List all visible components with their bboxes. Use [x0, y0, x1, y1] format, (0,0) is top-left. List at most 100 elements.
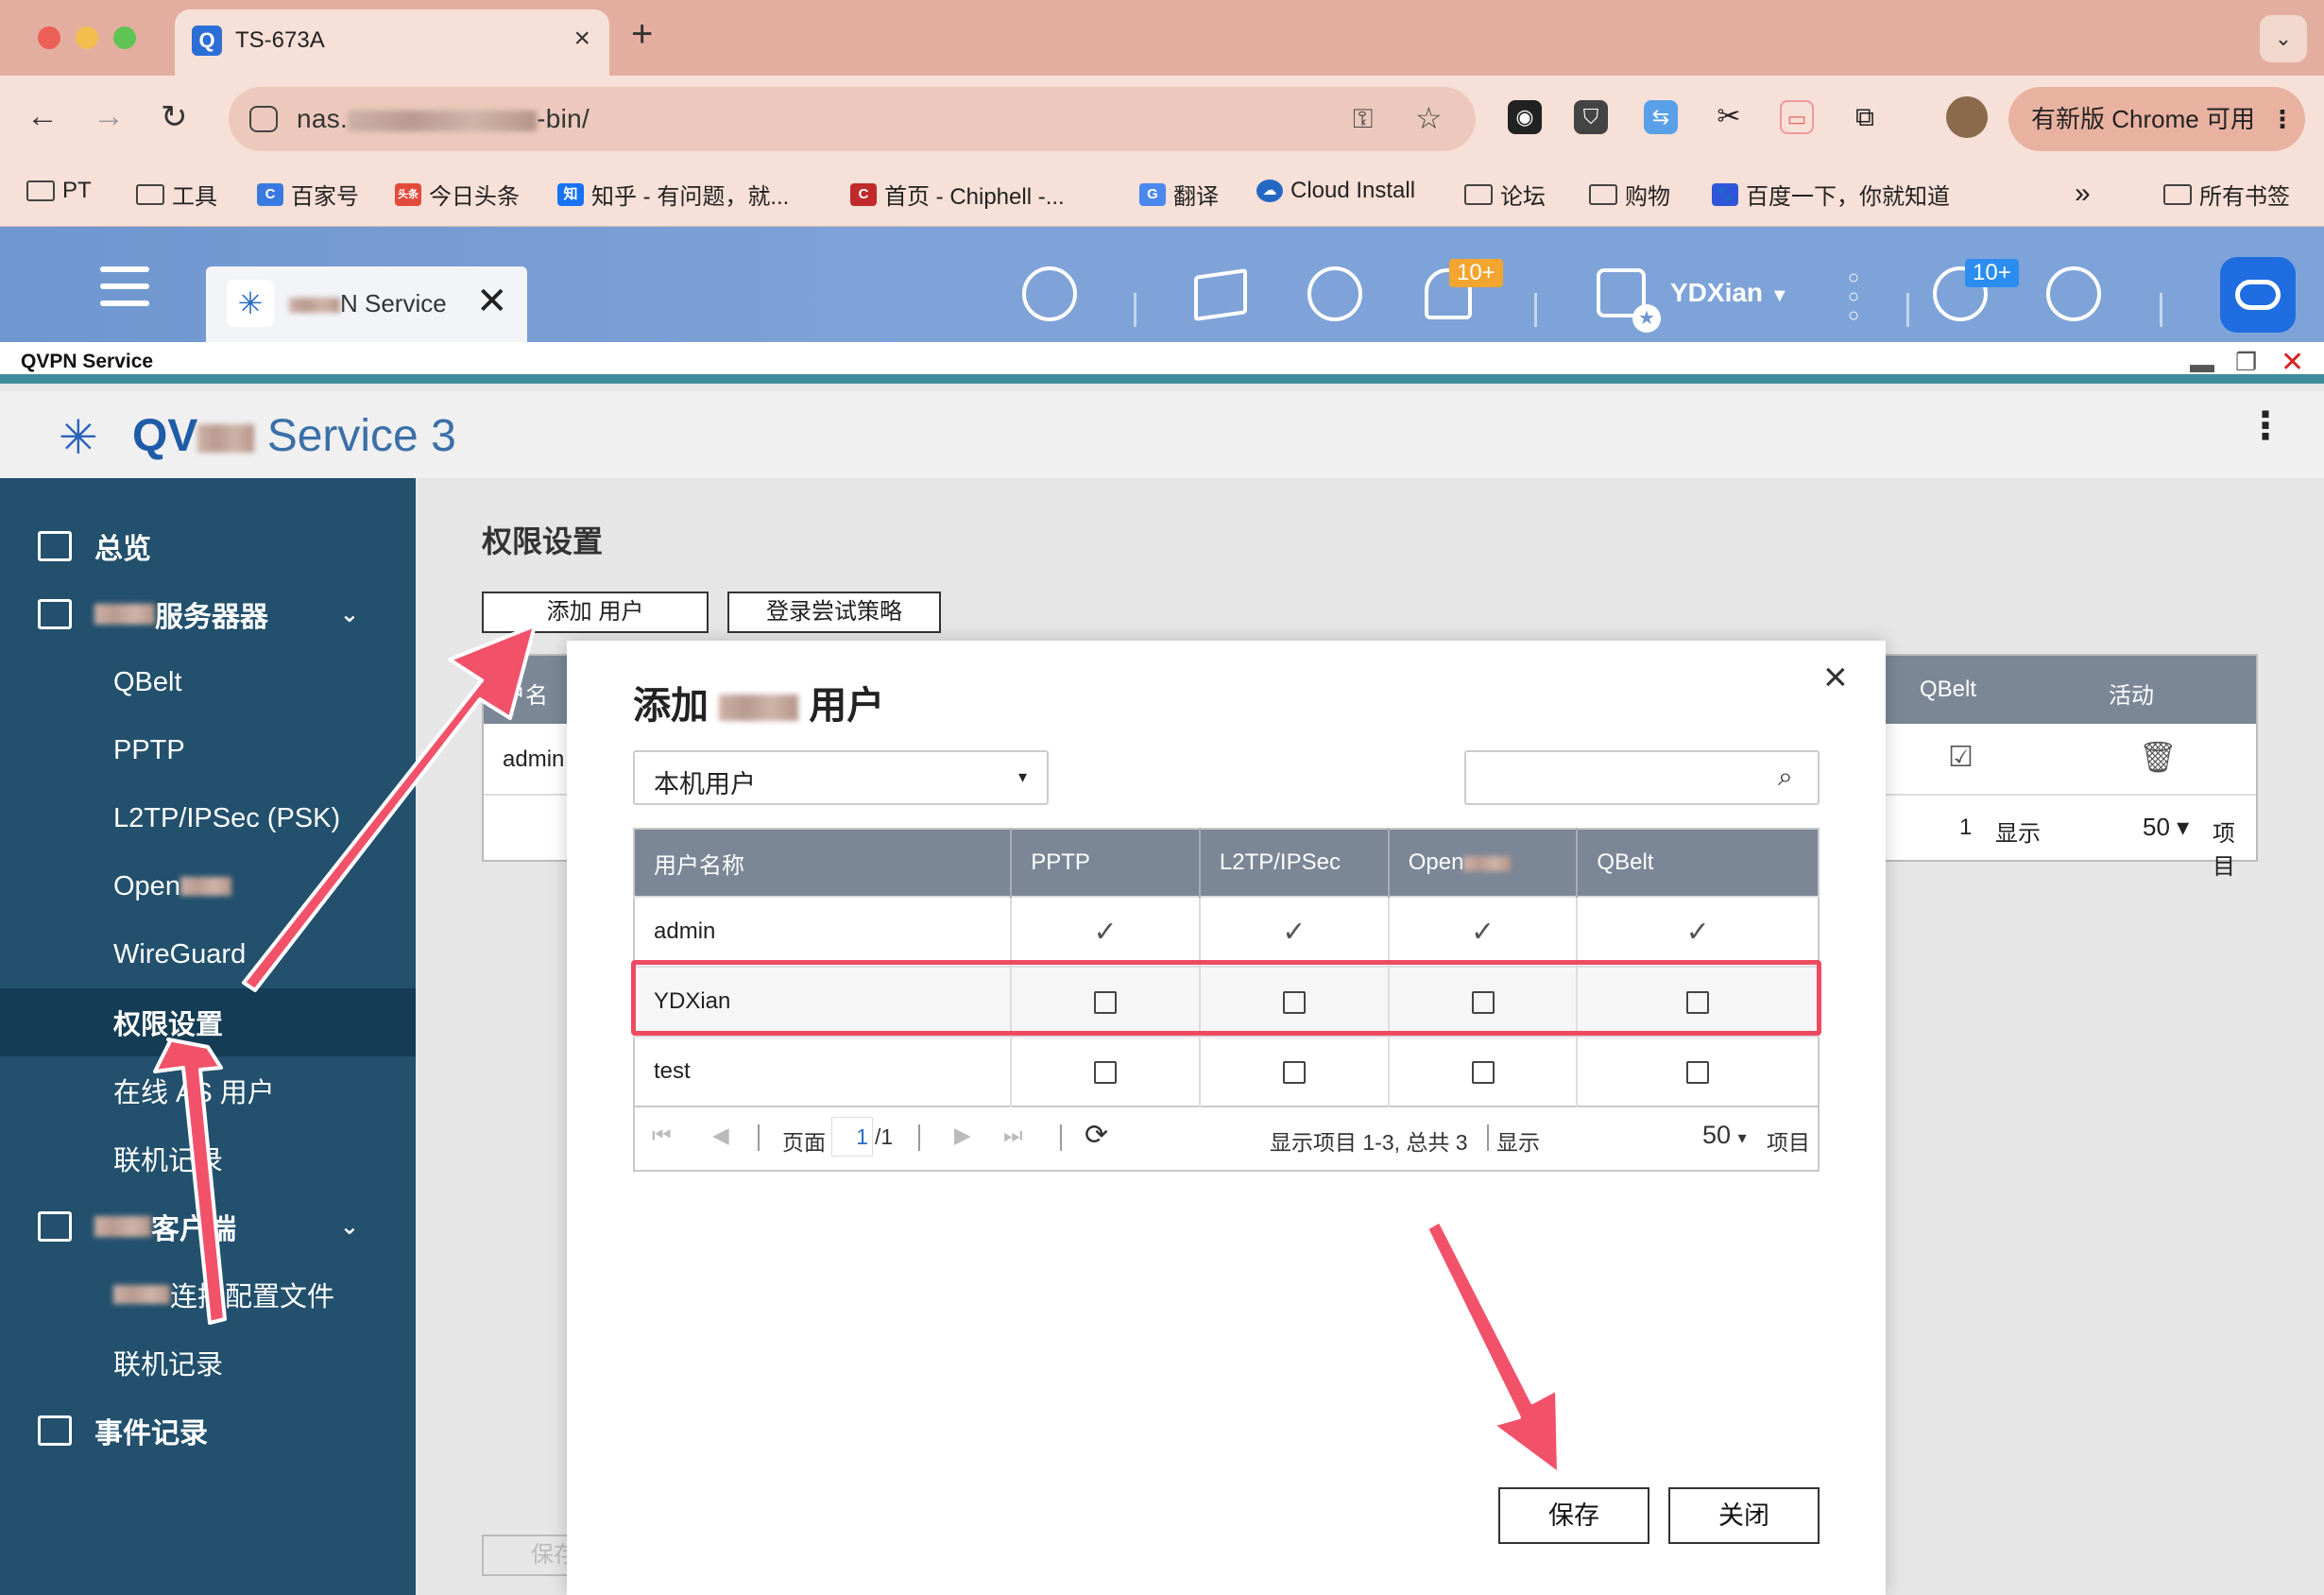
per-page-select[interactable]: 50 ▾	[1702, 1121, 1747, 1150]
next-page-icon[interactable]: ▶	[954, 1123, 971, 1148]
shield-extension-icon[interactable]: ⛉	[1574, 100, 1608, 134]
sidebar-item-online-users[interactable]: 在线 AS 用户	[0, 1056, 416, 1124]
bookmark-star-icon[interactable]: ☆	[1415, 100, 1443, 136]
scissors-extension-icon[interactable]: ✂	[1712, 100, 1746, 134]
background-tasks-icon[interactable]	[1194, 268, 1247, 321]
minimize-window-button[interactable]	[76, 26, 98, 49]
check-icon[interactable]: ✓	[1011, 896, 1201, 967]
sidebar-item-wireguard[interactable]: WireGuard	[0, 920, 416, 988]
sync-icon[interactable]	[1307, 266, 1362, 321]
bookmark-item[interactable]: C 百家号	[257, 178, 359, 211]
page-input[interactable]: 1	[831, 1117, 873, 1157]
browser-tab[interactable]: Q TS-673A ×	[175, 9, 609, 76]
bookmark-item[interactable]: 论坛	[1464, 178, 1546, 211]
sidebar-item-l2tp[interactable]: L2TP/IPSec (PSK)	[0, 784, 416, 852]
bookmark-item[interactable]: 头条 今日头条	[395, 178, 520, 211]
bookmark-item[interactable]: G 翻译	[1139, 178, 1219, 211]
chrome-update-button[interactable]: 有新版 Chrome 可用 ⋮	[2008, 87, 2305, 151]
sidebar-item-server-logs[interactable]: 联机记录	[0, 1124, 416, 1192]
close-icon[interactable]: ✕	[476, 280, 508, 323]
search-icon[interactable]	[1022, 266, 1077, 321]
chevron-down-icon[interactable]: ⌄	[2260, 15, 2307, 62]
extension-icon[interactable]: ◉	[1508, 100, 1542, 134]
translate-extension-icon[interactable]: ⇆	[1644, 100, 1678, 134]
tv-extension-icon[interactable]: ▭	[1780, 100, 1814, 134]
column-header[interactable]: 用户名称	[634, 829, 1013, 897]
close-icon[interactable]: ×	[1823, 654, 1848, 701]
column-header[interactable]: QBelt	[1577, 829, 1819, 897]
close-icon[interactable]: ✕	[2281, 346, 2304, 379]
network-icon	[38, 1211, 72, 1242]
sidebar-item-permissions[interactable]: 权限设置	[0, 988, 416, 1056]
user-type-select[interactable]: 本机用户 ▾	[633, 750, 1049, 805]
pptp-checkbox[interactable]	[1011, 1036, 1201, 1106]
minimize-icon[interactable]: ▬	[2190, 350, 2214, 379]
bookmark-item[interactable]: C 首页 - Chiphell -...	[850, 178, 1065, 211]
zoom-window-button[interactable]	[113, 26, 136, 49]
app-more-icon[interactable]: ⋮	[2247, 404, 2284, 448]
bookmark-item[interactable]: 购物	[1589, 178, 1670, 211]
window-title: QVPN Service	[21, 351, 154, 372]
sidebar-item-overview[interactable]: 总览	[0, 512, 416, 580]
qbelt-checkbox[interactable]	[1577, 1036, 1819, 1106]
new-tab-button[interactable]: +	[631, 13, 653, 56]
tab-title: TS-673A	[235, 27, 325, 53]
check-icon[interactable]: ✓	[1577, 896, 1819, 967]
refresh-icon[interactable]: ⟳	[1085, 1119, 1108, 1152]
maximize-icon[interactable]: ❐	[2235, 348, 2257, 377]
login-policy-button[interactable]: 登录尝试策略	[727, 592, 941, 633]
site-info-icon[interactable]	[249, 106, 278, 132]
sidebar-item-event-log[interactable]: 事件记录	[0, 1397, 416, 1465]
url-text[interactable]: nas. -bin/	[297, 104, 590, 134]
sidebar-group-vpn-client[interactable]: 客户端 ⌄	[0, 1192, 416, 1261]
myqnapcloud-icon[interactable]	[2220, 257, 2296, 333]
sidebar-group-vpn-server[interactable]: 服务器器 ⌄	[0, 580, 416, 648]
prev-page-icon[interactable]: ◀	[712, 1123, 729, 1148]
more-bookmarks-button[interactable]: »	[2075, 178, 2091, 210]
sidebar-item-client-logs[interactable]: 联机记录	[0, 1329, 416, 1397]
add-vpn-user-button[interactable]: 添加 用户	[482, 592, 709, 633]
last-page-icon[interactable]: ⏭	[1003, 1123, 1023, 1148]
forward-icon[interactable]: →	[93, 98, 125, 135]
bookmark-item[interactable]: 🐾 百度一下，你就知道	[1712, 178, 1950, 211]
puzzle-extension-icon[interactable]: ⧉	[1848, 100, 1882, 134]
sidebar: 总览 服务器器 ⌄ QBelt PPTP L2TP/IPSec (PSK) Op…	[0, 478, 416, 1595]
sidebar-item-qbelt[interactable]: QBelt	[0, 648, 416, 716]
all-bookmarks[interactable]: 所有书签	[2163, 178, 2290, 211]
check-icon[interactable]: ✓	[1199, 896, 1390, 967]
address-bar[interactable]: nas. -bin/ ⚿ ☆	[229, 87, 1476, 151]
column-header[interactable]: PPTP	[1011, 829, 1201, 897]
checkbox-checked-icon[interactable]: ☑	[1948, 741, 1974, 774]
search-input[interactable]: ⌕	[1464, 750, 1820, 805]
bookmark-item[interactable]: ☁ Cloud Install	[1256, 178, 1415, 204]
close-button[interactable]: 关闭	[1668, 1487, 1820, 1544]
divider	[1134, 293, 1136, 327]
bg-per-page[interactable]: 50 ▾	[2143, 813, 2189, 842]
trash-icon[interactable]: 🗑	[2139, 739, 2178, 775]
bookmark-item[interactable]: 工具	[136, 178, 217, 211]
close-icon[interactable]: ×	[573, 23, 590, 55]
sidebar-item-openvpn[interactable]: Open	[0, 852, 416, 920]
column-header[interactable]: L2TP/IPSec	[1199, 829, 1390, 897]
openvpn-checkbox[interactable]	[1388, 1036, 1579, 1106]
more-options-icon[interactable]: ○ ○ ○	[1848, 268, 1861, 327]
reload-icon[interactable]: ↻	[161, 98, 188, 136]
sidebar-item-pptp[interactable]: PPTP	[0, 716, 416, 784]
main-menu-icon[interactable]	[100, 266, 149, 308]
close-window-button[interactable]	[38, 26, 60, 49]
qvpn-app-tab[interactable]: ✳ N Service ✕	[206, 266, 527, 342]
bookmark-item[interactable]: PT	[26, 178, 92, 204]
chevron-down-icon: ⌄	[339, 601, 359, 627]
profile-avatar[interactable]	[1946, 96, 1988, 138]
save-button[interactable]: 保存	[1498, 1487, 1649, 1544]
column-header[interactable]: Open	[1388, 829, 1579, 897]
first-page-icon[interactable]: ⏮	[652, 1123, 672, 1148]
user-menu[interactable]: YDXian ▼	[1670, 278, 1789, 308]
password-key-icon[interactable]: ⚿	[1353, 104, 1373, 135]
resource-monitor-icon[interactable]	[2046, 266, 2101, 321]
back-icon[interactable]: ←	[26, 98, 59, 135]
bookmark-item[interactable]: 知知乎 - 有问题，就...	[557, 178, 789, 211]
l2tp-checkbox[interactable]	[1199, 1036, 1390, 1106]
check-icon[interactable]: ✓	[1388, 896, 1579, 967]
sidebar-item-connection-profiles[interactable]: 连接配置文件	[0, 1261, 416, 1329]
